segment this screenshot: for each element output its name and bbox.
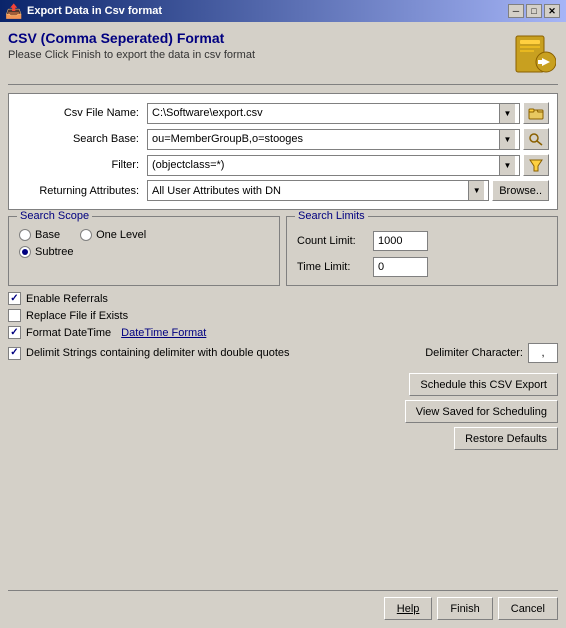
format-datetime-label: Format DateTime: [26, 327, 111, 339]
enable-referrals-checkbox[interactable]: ✓ Enable Referrals: [8, 292, 108, 305]
delimit-strings-box: ✓: [8, 347, 21, 360]
filter-row: Filter: (objectclass=*) ▼: [17, 154, 549, 176]
search-base-icon-btn[interactable]: [523, 128, 549, 150]
search-base-value: ou=MemberGroupB,o=stooges: [152, 133, 499, 145]
delimit-strings-label: Delimit Strings containing delimiter wit…: [26, 347, 290, 359]
title-bar-buttons: ─ □ ✕: [508, 4, 560, 18]
radio-subtree-inner: [22, 249, 28, 255]
format-datetime-box: ✓: [8, 326, 21, 339]
filter-group: (objectclass=*) ▼: [147, 154, 549, 176]
title-bar-text: Export Data in Csv format: [27, 5, 508, 17]
enable-referrals-row: ✓ Enable Referrals: [8, 292, 558, 305]
filter-label: Filter:: [17, 159, 147, 171]
radio-one-level-label: One Level: [96, 229, 146, 241]
search-limits-box: Search Limits Count Limit: Time Limit:: [286, 216, 558, 286]
replace-file-checkbox[interactable]: Replace File if Exists: [8, 309, 128, 322]
search-base-combo[interactable]: ou=MemberGroupB,o=stooges ▼: [147, 129, 520, 150]
search-base-arrow[interactable]: ▼: [499, 130, 515, 149]
filter-icon-btn[interactable]: [523, 154, 549, 176]
help-label: Help: [397, 603, 420, 615]
time-limit-input[interactable]: [373, 257, 428, 277]
time-limit-label: Time Limit:: [297, 261, 367, 273]
format-datetime-check: ✓: [10, 328, 18, 338]
dialog-title: CSV (Comma Seperated) Format: [8, 30, 255, 46]
browse-button[interactable]: Browse..: [492, 180, 549, 201]
export-icon: [510, 30, 558, 78]
bottom-bar: Help Finish Cancel: [8, 590, 558, 620]
returning-attr-label: Returning Attributes:: [17, 185, 147, 197]
panels-row: Search Scope Base One Level: [8, 216, 558, 286]
radio-one-level[interactable]: One Level: [80, 229, 146, 241]
radio-subtree-outer: [19, 246, 31, 258]
datetime-format-link[interactable]: DateTime Format: [121, 327, 206, 339]
radio-subtree-label: Subtree: [35, 246, 74, 258]
delimit-strings-checkbox[interactable]: ✓ Delimit Strings containing delimiter w…: [8, 347, 290, 360]
count-limit-input[interactable]: [373, 231, 428, 251]
header-text: CSV (Comma Seperated) Format Please Clic…: [8, 30, 255, 61]
count-limit-row: Count Limit:: [297, 231, 547, 251]
csv-file-name-label: Csv File Name:: [17, 107, 147, 119]
returning-attr-arrow[interactable]: ▼: [468, 181, 484, 200]
restore-defaults-button[interactable]: Restore Defaults: [454, 427, 558, 450]
csv-file-browse-icon-btn[interactable]: [523, 102, 549, 124]
radio-one-level-outer: [80, 229, 92, 241]
radio-subtree[interactable]: Subtree: [19, 246, 74, 258]
csv-file-name-row: Csv File Name: C:\Software\export.csv ▼: [17, 102, 549, 124]
format-datetime-row: ✓ Format DateTime DateTime Format: [8, 326, 558, 339]
delimiter-char-input[interactable]: [528, 343, 558, 363]
search-base-group: ou=MemberGroupB,o=stooges ▼: [147, 128, 549, 150]
csv-file-name-value: C:\Software\export.csv: [152, 107, 499, 119]
close-button[interactable]: ✕: [544, 4, 560, 18]
search-base-row: Search Base: ou=MemberGroupB,o=stooges ▼: [17, 128, 549, 150]
search-scope-title: Search Scope: [17, 210, 92, 222]
radio-row-1: Base One Level: [19, 229, 269, 241]
enable-referrals-label: Enable Referrals: [26, 293, 108, 305]
action-buttons: Schedule this CSV Export View Saved for …: [8, 373, 558, 450]
replace-file-box: [8, 309, 21, 322]
radio-base-outer: [19, 229, 31, 241]
title-bar-icon: 📤: [6, 3, 22, 19]
replace-file-label: Replace File if Exists: [26, 310, 128, 322]
checkboxes-section: ✓ Enable Referrals Replace File if Exist…: [8, 292, 558, 367]
search-base-label: Search Base:: [17, 133, 147, 145]
delimiter-char-label: Delimiter Character:: [425, 347, 523, 359]
search-scope-box: Search Scope Base One Level: [8, 216, 280, 286]
replace-file-row: Replace File if Exists: [8, 309, 558, 322]
returning-attr-row: Returning Attributes: All User Attribute…: [17, 180, 549, 201]
dialog-subtitle: Please Click Finish to export the data i…: [8, 49, 255, 61]
enable-referrals-check: ✓: [10, 294, 18, 304]
header-section: CSV (Comma Seperated) Format Please Clic…: [8, 30, 558, 85]
radio-row-2: Subtree: [19, 246, 269, 258]
finish-button[interactable]: Finish: [437, 597, 492, 620]
filter-value: (objectclass=*): [152, 159, 499, 171]
cancel-button[interactable]: Cancel: [498, 597, 558, 620]
radio-base[interactable]: Base: [19, 229, 60, 241]
title-bar: 📤 Export Data in Csv format ─ □ ✕: [0, 0, 566, 22]
minimize-button[interactable]: ─: [508, 4, 524, 18]
delimit-strings-check: ✓: [10, 348, 18, 358]
csv-file-name-combo[interactable]: C:\Software\export.csv ▼: [147, 103, 520, 124]
filter-combo[interactable]: (objectclass=*) ▼: [147, 155, 520, 176]
radio-group: Base One Level Subtree: [19, 229, 269, 258]
delimiter-group: Delimiter Character:: [425, 343, 558, 363]
delimit-strings-row: ✓ Delimit Strings containing delimiter w…: [8, 343, 558, 363]
returning-attr-value: All User Attributes with DN: [152, 185, 468, 197]
schedule-export-button[interactable]: Schedule this CSV Export: [409, 373, 558, 396]
help-button[interactable]: Help: [384, 597, 433, 620]
count-limit-label: Count Limit:: [297, 235, 367, 247]
view-saved-button[interactable]: View Saved for Scheduling: [405, 400, 558, 423]
maximize-button[interactable]: □: [526, 4, 542, 18]
filter-arrow[interactable]: ▼: [499, 156, 515, 175]
returning-attr-combo[interactable]: All User Attributes with DN ▼: [147, 180, 489, 201]
form-section: Csv File Name: C:\Software\export.csv ▼ …: [8, 93, 558, 210]
enable-referrals-box: ✓: [8, 292, 21, 305]
csv-file-name-arrow[interactable]: ▼: [499, 104, 515, 123]
csv-file-name-group: C:\Software\export.csv ▼: [147, 102, 549, 124]
format-datetime-checkbox[interactable]: ✓ Format DateTime: [8, 326, 111, 339]
dialog-body: CSV (Comma Seperated) Format Please Clic…: [0, 22, 566, 628]
returning-attr-group: All User Attributes with DN ▼ Browse..: [147, 180, 549, 201]
search-limits-title: Search Limits: [295, 210, 368, 222]
radio-base-label: Base: [35, 229, 60, 241]
time-limit-row: Time Limit:: [297, 257, 547, 277]
